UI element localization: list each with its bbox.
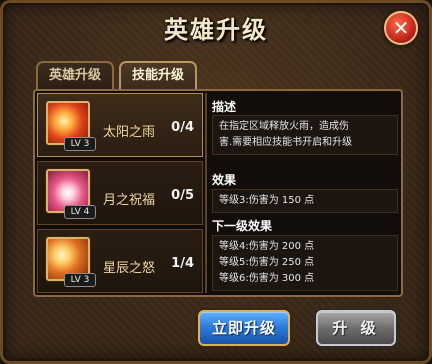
skill-row-sun-rain[interactable]: LV 3 太阳之雨 0/4 <box>37 93 203 157</box>
effect-line: 等级3:伤害为 150 点 <box>219 195 315 206</box>
effect-box: 等级3:伤害为 150 点 <box>212 189 398 213</box>
tab-skill-upgrade[interactable]: 技能升级 <box>119 61 197 89</box>
effect-heading: 效果 <box>212 173 237 187</box>
skill-level-badge: LV 3 <box>64 273 96 287</box>
tab-hero-upgrade[interactable]: 英雄升级 <box>36 61 114 89</box>
next-level-heading: 下一级效果 <box>212 219 273 233</box>
description-line: 害.需要相应技能书开启和升级 <box>219 137 353 148</box>
next-level-line: 等级6:伤害为 300 点 <box>219 273 315 284</box>
description-heading: 描述 <box>212 100 237 114</box>
skill-info: 描述 在指定区域释放火雨，造成伤 害.需要相应技能书开启和升级 效果 等级3:伤… <box>208 93 401 293</box>
panel-divider <box>205 93 207 293</box>
skill-count: 0/5 <box>171 188 194 203</box>
description-line: 在指定区域释放火雨，造成伤 <box>219 121 349 132</box>
skill-count: 0/4 <box>171 120 194 135</box>
description-box: 在指定区域释放火雨，造成伤 害.需要相应技能书开启和升级 <box>212 115 398 155</box>
skill-name: 星辰之怒 <box>103 261 156 276</box>
upgrade-button[interactable]: 升 级 <box>316 310 396 346</box>
skill-name: 太阳之雨 <box>103 125 156 140</box>
skill-level-badge: LV 3 <box>64 137 96 151</box>
close-x-icon: ✕ <box>392 16 410 40</box>
skill-row-star-wrath[interactable]: LV 3 星辰之怒 1/4 <box>37 229 203 293</box>
upgrade-now-button[interactable]: 立即升级 <box>198 310 290 346</box>
next-level-line: 等级4:伤害为 200 点 <box>219 241 315 252</box>
next-level-line: 等级5:伤害为 250 点 <box>219 257 315 268</box>
dialog-title: 英雄升级 <box>164 16 268 44</box>
skill-row-moon-blessing[interactable]: LV 4 月之祝福 0/5 <box>37 161 203 225</box>
close-button[interactable]: ✕ <box>384 11 418 45</box>
skill-list: LV 3 太阳之雨 0/4 LV 4 月之祝福 0/5 LV 3 星辰之怒 1/… <box>37 93 203 293</box>
next-level-box: 等级4:伤害为 200 点 等级5:伤害为 250 点 等级6:伤害为 300 … <box>212 235 398 291</box>
skill-level-badge: LV 4 <box>64 205 96 219</box>
skill-count: 1/4 <box>171 256 194 271</box>
skill-name: 月之祝福 <box>103 193 156 208</box>
